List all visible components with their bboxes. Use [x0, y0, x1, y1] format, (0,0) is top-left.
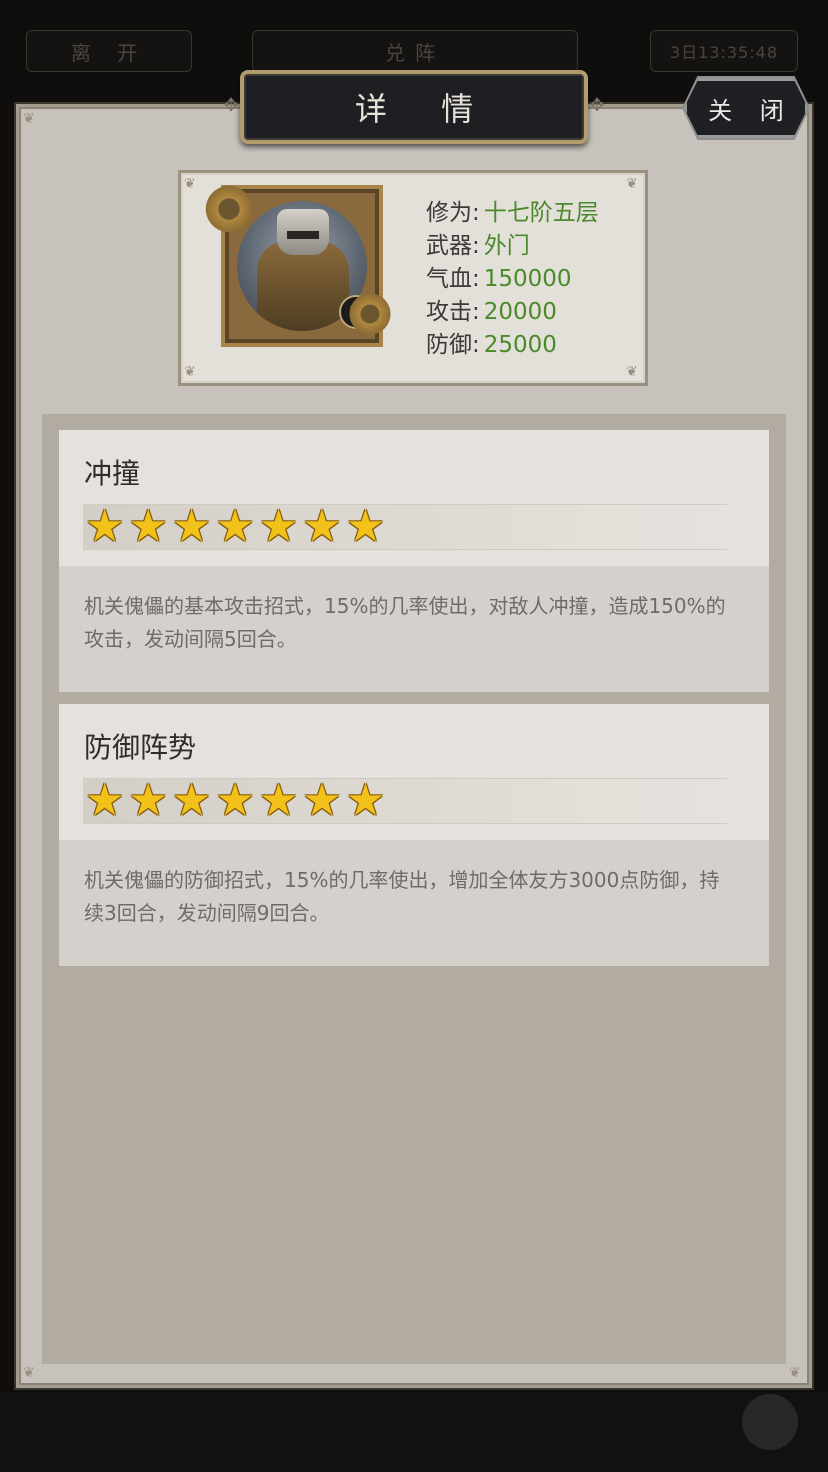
- stat-row-attack: 攻击: 20000: [426, 296, 599, 329]
- unit-info-card: ❦ ❦ ❦ ❦ ♉ 修为:十七阶五层 武器:外门 气血:150000 攻击:20…: [178, 170, 648, 386]
- gear-icon: [203, 183, 255, 235]
- star-icon: ★: [302, 775, 342, 826]
- dialog-title-plate: 详 情: [240, 70, 588, 144]
- stat-colon: :: [472, 299, 480, 325]
- star-icon: ★: [128, 775, 168, 826]
- star-icon: ★: [171, 775, 212, 826]
- stat-value: 外门: [483, 233, 530, 259]
- skill-description-box: 机关傀儡的基本攻击招式，15%的几率使出，对敌人冲撞，造成150%的攻击，发动间…: [59, 566, 769, 692]
- stat-value: 20000: [483, 299, 557, 325]
- stat-row-defense: 防御: 25000: [426, 329, 599, 362]
- stat-value: 150000: [483, 266, 572, 292]
- star-icon: ★: [171, 501, 212, 552]
- stat-row-weapon: 武器: 外门: [426, 230, 599, 263]
- corner-ornament-icon: ❦: [789, 1365, 801, 1381]
- stat-value: 十七阶五层: [483, 200, 599, 226]
- stat-row-cultivation: 修为: 十七阶五层: [426, 197, 599, 230]
- skill-header: 防御阵势 ★ ★ ★ ★ ★ ★ ★: [59, 704, 769, 840]
- background-leave-button: 离 开: [26, 30, 192, 72]
- star-icon: ★: [85, 775, 125, 826]
- skill-card: 防御阵势 ★ ★ ★ ★ ★ ★ ★ 机关傀儡的防御招式，15%的几率使出，增加全体友方30…: [59, 704, 769, 966]
- close-button[interactable]: 关 闭: [684, 78, 808, 138]
- skill-star-rating: ★ ★ ★ ★ ★ ★ ★: [83, 504, 727, 550]
- stat-label: 修为: [426, 200, 472, 226]
- corner-ornament-icon: ❦: [23, 111, 35, 127]
- skill-description: 机关傀儡的基本攻击招式，15%的几率使出，对敌人冲撞，造成150%的攻击，发动间…: [84, 594, 726, 651]
- skill-description: 机关傀儡的防御招式，15%的几率使出，增加全体友方3000点防御，持续3回合，发…: [84, 868, 720, 925]
- corner-ornament-icon: ❦: [184, 364, 196, 380]
- stat-label: 气血: [426, 266, 472, 292]
- stat-value: 25000: [483, 332, 557, 358]
- star-icon: ★: [215, 501, 255, 552]
- skill-name: 防御阵势: [84, 731, 197, 764]
- star-icon: ★: [302, 501, 342, 552]
- skill-star-rating: ★ ★ ★ ★ ★ ★ ★: [83, 778, 727, 824]
- star-icon: ★: [258, 775, 299, 826]
- stat-colon: :: [472, 332, 480, 358]
- star-icon: ★: [128, 501, 168, 552]
- unit-stats: 修为: 十七阶五层 武器: 外门 气血: 150000 攻击: 20000 防御: 250…: [426, 197, 599, 362]
- corner-ornament-icon: ❦: [626, 364, 638, 380]
- skill-description-box: 机关傀儡的防御招式，15%的几率使出，增加全体友方3000点防御，持续3回合，发…: [59, 840, 769, 966]
- star-icon: ★: [258, 501, 299, 552]
- stat-label: 武器: [426, 233, 472, 259]
- star-icon: ★: [85, 501, 125, 552]
- background-time-badge: 3日13:35:48: [650, 30, 798, 72]
- background-formation-tab: 兑阵: [252, 30, 578, 72]
- gear-icon: [347, 291, 393, 337]
- stat-label: 防御: [426, 332, 472, 358]
- stat-row-hp: 气血: 150000: [426, 263, 599, 296]
- stat-label: 攻击: [426, 299, 472, 325]
- corner-ornament-icon: ❦: [626, 176, 638, 192]
- stat-colon: :: [472, 233, 480, 259]
- skill-card: 冲撞 ★ ★ ★ ★ ★ ★ ★ 机关傀儡的基本攻击招式，15%的几率使出，对敌人冲撞，造成…: [59, 430, 769, 692]
- dialog-title: 详 情: [354, 90, 496, 128]
- star-icon: ★: [215, 775, 255, 826]
- corner-ornament-icon: ❦: [184, 176, 196, 192]
- star-icon: ★: [345, 501, 386, 552]
- skill-header: 冲撞 ★ ★ ★ ★ ★ ★ ★: [59, 430, 769, 566]
- corner-ornament-icon: ❦: [23, 1365, 35, 1381]
- background-bottom-bar: [0, 1392, 828, 1472]
- star-icon: ★: [345, 775, 386, 826]
- puppet-visor: [287, 231, 319, 239]
- skill-name: 冲撞: [84, 457, 141, 490]
- stat-colon: :: [472, 200, 480, 226]
- skills-list[interactable]: 冲撞 ★ ★ ★ ★ ★ ★ ★ 机关傀儡的基本攻击招式，15%的几率使出，对敌人冲撞，造成…: [42, 414, 786, 1364]
- stat-colon: :: [472, 266, 480, 292]
- background-avatar: [742, 1394, 798, 1450]
